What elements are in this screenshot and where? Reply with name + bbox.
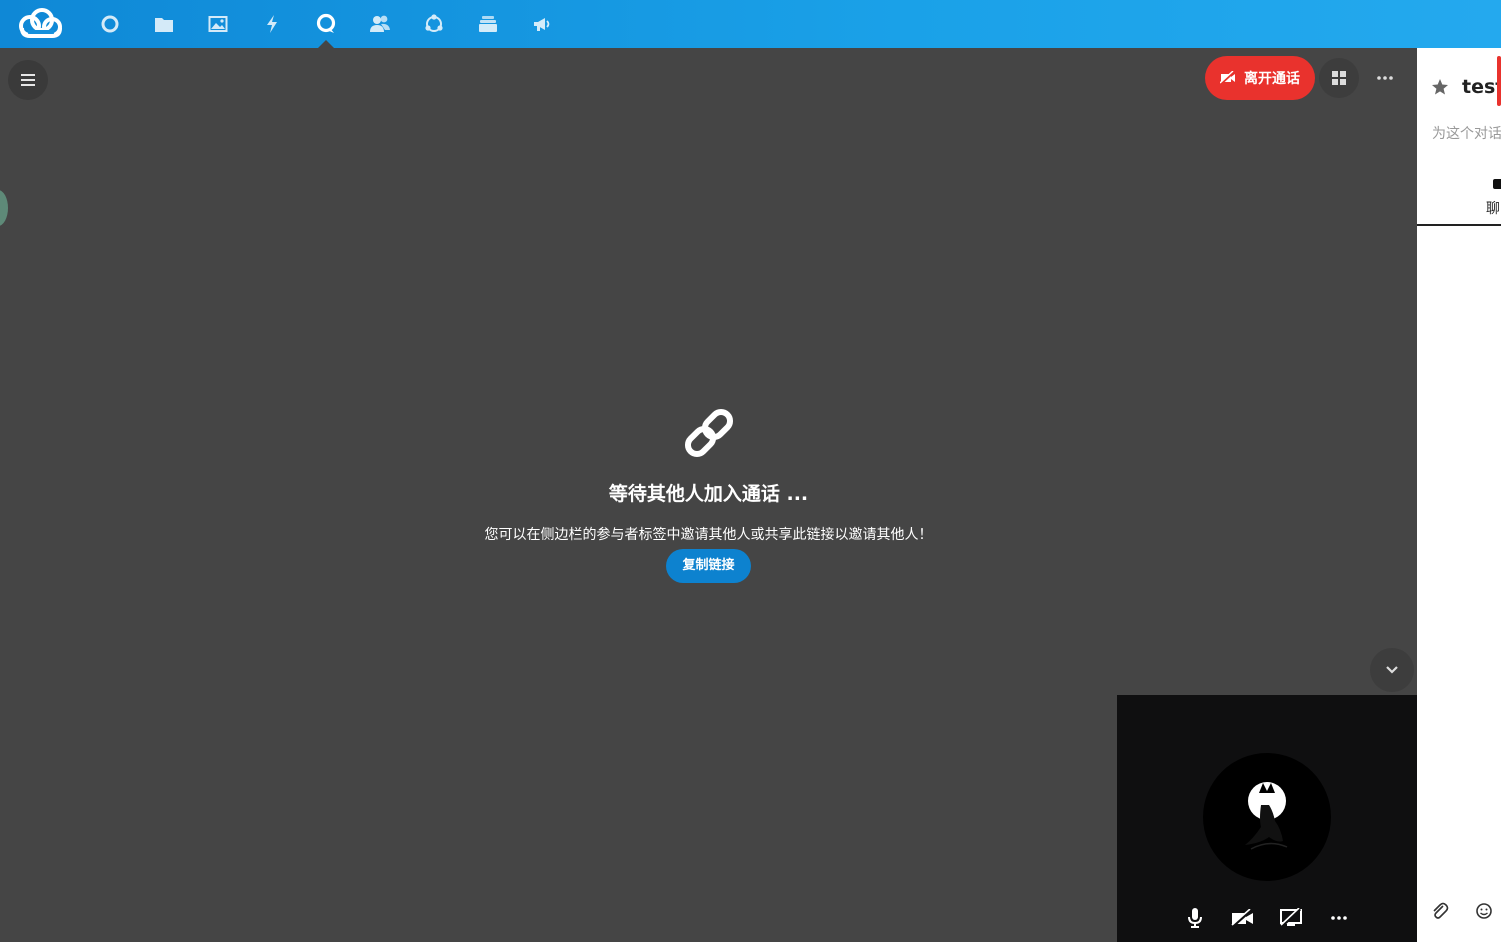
screen-share-button[interactable] — [1275, 902, 1307, 934]
attachment-paperclip-icon[interactable] — [1429, 900, 1451, 922]
waiting-title: 等待其他人加入通话 ... — [608, 483, 809, 505]
dashboard-icon[interactable] — [98, 12, 122, 36]
more-horizontal-icon — [1377, 76, 1393, 80]
camera-toggle-button[interactable] — [1227, 902, 1259, 934]
empty-call-view: 等待其他人加入通话 ... 您可以在侧边栏的参与者标签中邀请其他人或共享此链接以… — [0, 403, 1417, 583]
nextcloud-logo-icon[interactable] — [16, 6, 64, 40]
local-video-panel — [1117, 695, 1417, 942]
sidebar-close-edge[interactable] — [1497, 56, 1501, 106]
microphone-toggle-button[interactable] — [1179, 902, 1211, 934]
active-tab-indicator — [318, 40, 334, 48]
talk-icon[interactable] — [314, 12, 338, 36]
favorite-star-icon[interactable] — [1431, 78, 1449, 96]
video-off-icon — [1220, 71, 1235, 85]
conversation-sidebar: test 为这个对话 聊 — [1417, 48, 1501, 942]
call-stage: 离开通话 等待其他人加入通话 ... 您可以在侧边栏的参与者标签中邀请其他人或共… — [0, 48, 1417, 942]
chat-tab-icon — [1493, 179, 1501, 189]
local-more-options-button[interactable] — [1323, 902, 1355, 934]
participant-avatar-peek — [0, 190, 8, 226]
self-avatar — [1203, 753, 1331, 881]
copy-link-button[interactable]: 复制链接 — [666, 549, 751, 583]
announcements-megaphone-icon[interactable] — [530, 12, 554, 36]
hamburger-menu-icon — [21, 74, 35, 86]
photos-icon[interactable] — [206, 12, 230, 36]
local-media-controls — [1117, 902, 1417, 934]
files-folder-icon[interactable] — [152, 12, 176, 36]
leave-call-button[interactable]: 离开通话 — [1205, 56, 1315, 100]
emoji-smiley-icon[interactable] — [1473, 900, 1495, 922]
video-off-icon — [1231, 909, 1253, 927]
tab-chat-label: 聊 — [1486, 201, 1500, 217]
top-navigation-bar — [0, 0, 1501, 48]
grid-view-button[interactable] — [1319, 58, 1359, 98]
app-navigation-toggle-button[interactable] — [8, 60, 48, 100]
chevron-down-icon — [1386, 666, 1398, 674]
activity-lightning-icon[interactable] — [260, 12, 284, 36]
tab-chat[interactable]: 聊 — [1417, 176, 1501, 226]
more-horizontal-icon — [1331, 916, 1347, 920]
grid-icon — [1332, 71, 1346, 85]
waiting-hint: 您可以在侧边栏的参与者标签中邀请其他人或共享此链接以邀请其他人！ — [484, 527, 933, 543]
circles-icon[interactable] — [422, 12, 446, 36]
screen-share-off-icon — [1280, 908, 1302, 928]
conversation-title[interactable]: test — [1462, 76, 1501, 98]
microphone-icon — [1188, 908, 1202, 928]
collapse-stripe-button[interactable] — [1370, 648, 1414, 692]
conversation-description-placeholder[interactable]: 为这个对话 — [1432, 123, 1501, 143]
link-icon — [679, 403, 739, 463]
deck-icon[interactable] — [476, 12, 500, 36]
call-more-options-button[interactable] — [1365, 58, 1405, 98]
leave-call-label: 离开通话 — [1244, 71, 1300, 87]
contacts-icon[interactable] — [368, 12, 392, 36]
